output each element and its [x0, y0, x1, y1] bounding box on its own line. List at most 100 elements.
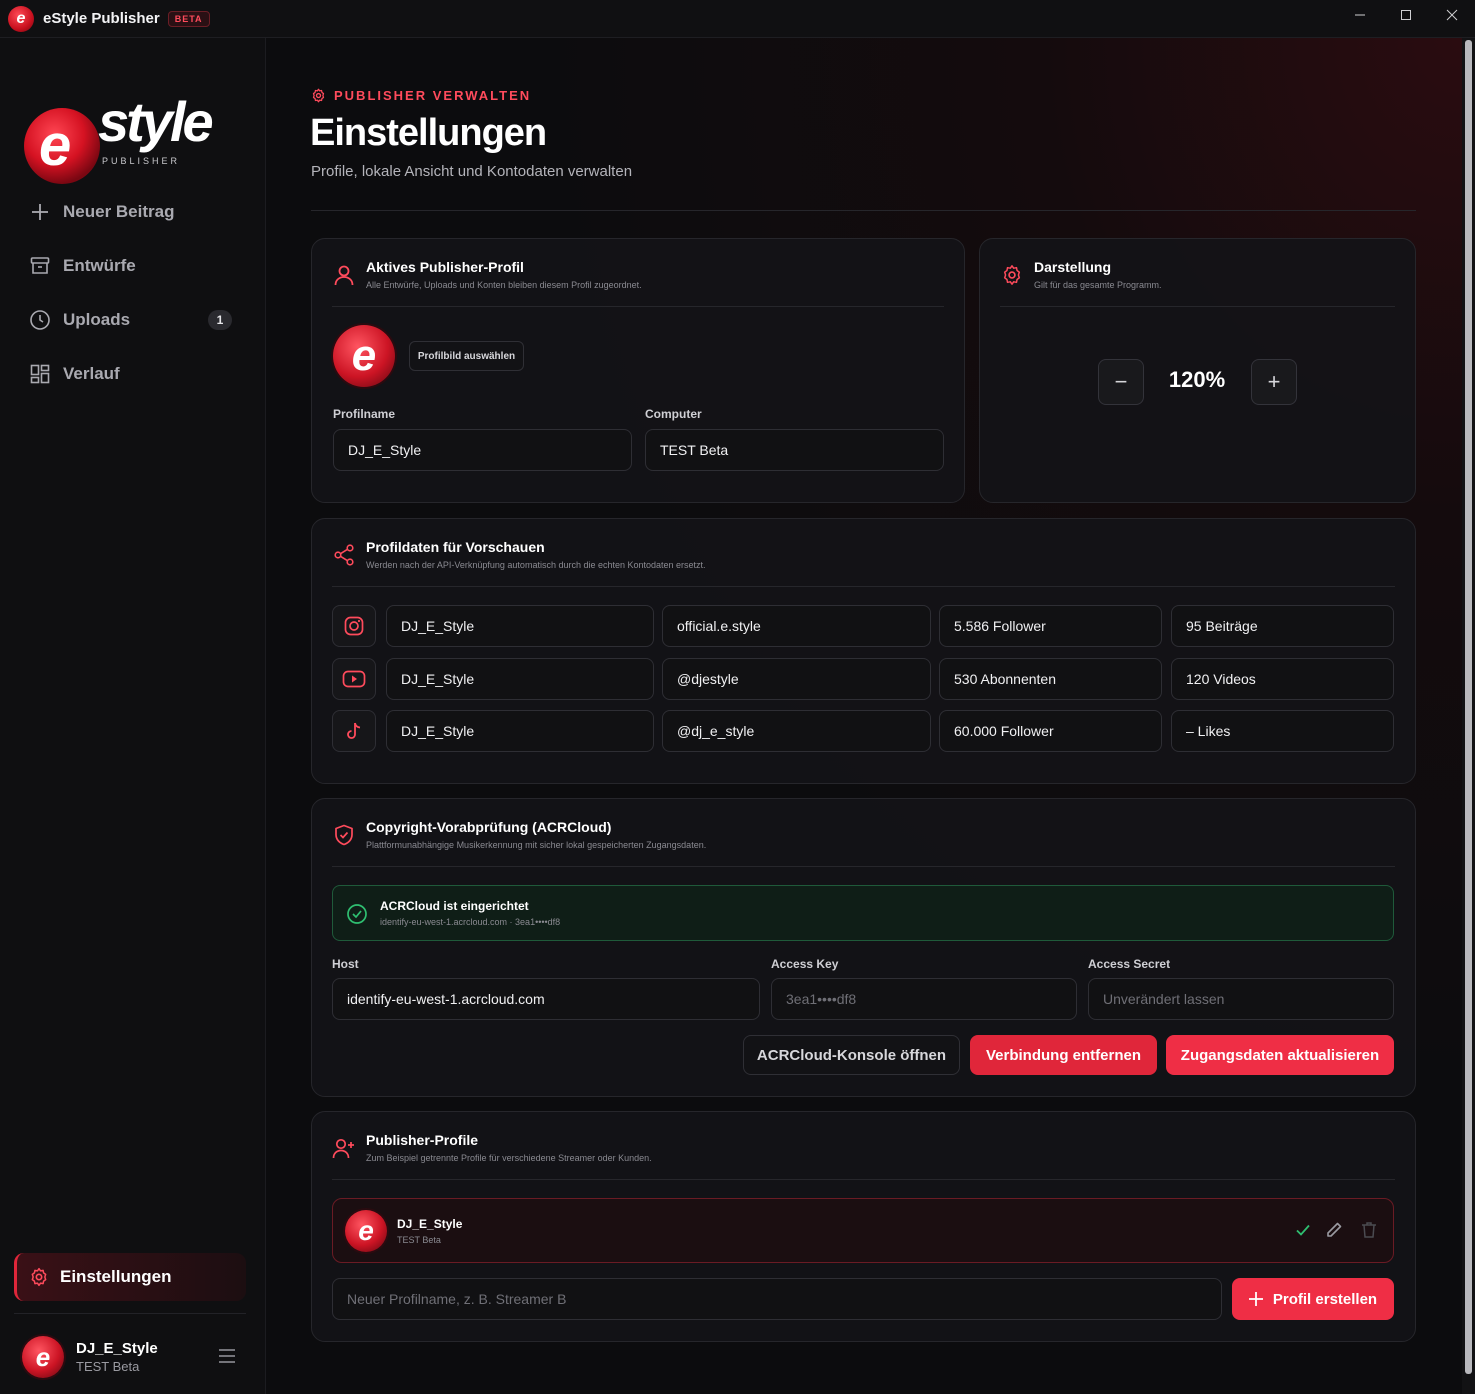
acrcloud-status-banner: ACRCloud ist eingerichtet identify-eu-we… [332, 885, 1394, 941]
access-secret-input[interactable]: Unverändert lassen [1088, 978, 1394, 1020]
tiktok-handle-input[interactable]: @dj_e_style [662, 710, 931, 752]
preview-data-card: Profildaten für Vorschauen Werden nach d… [311, 518, 1416, 784]
profile-item-computer: TEST Beta [397, 1235, 441, 1245]
youtube-row-icon [332, 658, 376, 700]
nav-einstellungen[interactable]: Einstellungen [14, 1253, 246, 1301]
svg-text:e: e [39, 113, 71, 178]
youtube-videos-input[interactable]: 120 Videos [1171, 658, 1394, 700]
archive-icon [28, 254, 52, 278]
close-button[interactable] [1429, 0, 1475, 30]
app-title: eStyle Publisher [43, 10, 160, 27]
menu-icon[interactable] [218, 1348, 236, 1369]
card-header: Aktives Publisher-Profil Alle Entwürfe, … [332, 259, 944, 307]
grid-icon [28, 362, 52, 386]
estyle-logo: e style PUBLISHER [24, 72, 238, 188]
tiktok-followers-input[interactable]: 60.000 Follower [939, 710, 1162, 752]
page-subtitle: Profile, lokale Ansicht und Kontodaten v… [311, 163, 633, 180]
tiktok-likes-input[interactable]: – Likes [1171, 710, 1394, 752]
avatar: e [22, 1336, 64, 1378]
eyebrow-text: PUBLISHER VERWALTEN [334, 88, 532, 103]
sidebar-divider [14, 1313, 246, 1314]
nav-label: Entwürfe [63, 256, 136, 275]
host-input[interactable]: identify-eu-west-1.acrcloud.com [332, 978, 760, 1020]
scrollbar-thumb[interactable] [1465, 40, 1472, 1374]
instagram-posts-input[interactable]: 95 Beiträge [1171, 605, 1394, 647]
sidebar-user[interactable]: e DJ_E_Style TEST Beta [22, 1334, 242, 1380]
instagram-handle-input[interactable]: official.e.style [662, 605, 931, 647]
card-title: Darstellung [1034, 259, 1112, 275]
edit-icon[interactable] [1325, 1221, 1343, 1244]
active-profile-card: Aktives Publisher-Profil Alle Entwürfe, … [311, 238, 965, 503]
zoom-in-button[interactable]: + [1251, 359, 1297, 405]
open-acrcloud-console-button[interactable]: ACRCloud-Konsole öffnen [743, 1035, 960, 1075]
instagram-icon [344, 616, 364, 636]
zoom-level: 120% [1168, 367, 1226, 392]
access-key-label: Access Key [771, 957, 839, 971]
card-header: Darstellung Gilt für das gesamte Program… [1000, 259, 1395, 307]
instagram-followers-input[interactable]: 5.586 Follower [939, 605, 1162, 647]
page-eyebrow: PUBLISHER VERWALTEN [311, 88, 531, 103]
create-profile-button[interactable]: Profil erstellen [1232, 1278, 1394, 1320]
card-header: Copyright-Vorabprüfung (ACRCloud) Plattf… [332, 819, 1395, 867]
gear-icon [311, 88, 326, 103]
maximize-button[interactable] [1383, 0, 1429, 30]
host-label: Host [332, 957, 359, 971]
card-header: Publisher-Profile Zum Beispiel getrennte… [332, 1132, 1395, 1180]
nav-label: Neuer Beitrag [63, 202, 175, 221]
profile-list-item[interactable]: e DJ_E_Style TEST Beta [332, 1198, 1394, 1263]
update-credentials-button[interactable]: Zugangsdaten aktualisieren [1166, 1035, 1394, 1075]
profile-name-label: Profilname [333, 407, 396, 421]
youtube-name-input[interactable]: DJ_E_Style [386, 658, 654, 700]
access-secret-label: Access Secret [1088, 957, 1171, 971]
logo-subtext: PUBLISHER [102, 156, 181, 166]
computer-input[interactable]: TEST Beta [645, 429, 944, 471]
nav-verlauf[interactable]: Verlauf [16, 353, 248, 395]
minimize-button[interactable] [1337, 0, 1383, 30]
sidebar: e style PUBLISHER Neuer Beitrag Entwürfe… [0, 38, 266, 1394]
instagram-row-icon [332, 605, 376, 647]
card-title: Profildaten für Vorschauen [366, 539, 545, 555]
tiktok-row-icon [332, 710, 376, 752]
card-title: Aktives Publisher-Profil [366, 259, 524, 275]
choose-profile-image-button[interactable]: Profilbild auswählen [409, 341, 524, 371]
access-key-input[interactable]: 3ea1••••df8 [771, 978, 1077, 1020]
computer-label: Computer [645, 407, 702, 421]
beta-badge: BETA [167, 10, 210, 27]
clock-icon [28, 308, 52, 332]
page-title: Einstellungen [310, 112, 547, 154]
nav-label: Uploads [63, 310, 131, 329]
create-profile-label: Profil erstellen [1272, 1290, 1378, 1308]
card-desc: Plattformunabhängige Musikerkennung mit … [366, 840, 707, 850]
remove-connection-button[interactable]: Verbindung entfernen [970, 1035, 1157, 1075]
nav-label: Einstellungen [60, 1267, 172, 1286]
header-divider [311, 210, 1416, 211]
app-logo-icon: e [8, 5, 34, 32]
logo-wordmark: style [98, 90, 214, 153]
profile-name-input[interactable]: DJ_E_Style [333, 429, 632, 471]
nav-uploads[interactable]: Uploads 1 [16, 299, 248, 341]
share-icon [332, 543, 356, 567]
youtube-handle-input[interactable]: @djestyle [662, 658, 931, 700]
nav-entwuerfe[interactable]: Entwürfe [16, 245, 248, 287]
check-icon[interactable] [1295, 1222, 1311, 1243]
trash-icon[interactable] [1361, 1221, 1377, 1244]
tiktok-icon [347, 722, 361, 739]
card-desc: Alle Entwürfe, Uploads und Konten bleibe… [366, 280, 642, 290]
acrcloud-card: Copyright-Vorabprüfung (ACRCloud) Plattf… [311, 798, 1416, 1097]
status-title: ACRCloud ist eingerichtet [380, 899, 529, 913]
title-bar: e eStyle Publisher BETA [0, 0, 1475, 38]
publisher-profiles-card: Publisher-Profile Zum Beispiel getrennte… [311, 1111, 1416, 1342]
zoom-out-button[interactable]: − [1098, 359, 1144, 405]
display-card: Darstellung Gilt für das gesamte Program… [979, 238, 1416, 503]
card-title: Publisher-Profile [366, 1132, 479, 1148]
new-profile-name-input[interactable]: Neuer Profilname, z. B. Streamer B [332, 1278, 1222, 1320]
card-title: Copyright-Vorabprüfung (ACRCloud) [366, 819, 612, 835]
user-name: DJ_E_Style [76, 1340, 158, 1357]
nav-neuer-beitrag[interactable]: Neuer Beitrag [16, 191, 248, 233]
maximize-icon [1401, 10, 1411, 20]
nav-label: Verlauf [63, 364, 120, 383]
youtube-subscribers-input[interactable]: 530 Abonnenten [939, 658, 1162, 700]
instagram-name-input[interactable]: DJ_E_Style [386, 605, 654, 647]
tiktok-name-input[interactable]: DJ_E_Style [386, 710, 654, 752]
uploads-count-badge: 1 [208, 310, 232, 330]
